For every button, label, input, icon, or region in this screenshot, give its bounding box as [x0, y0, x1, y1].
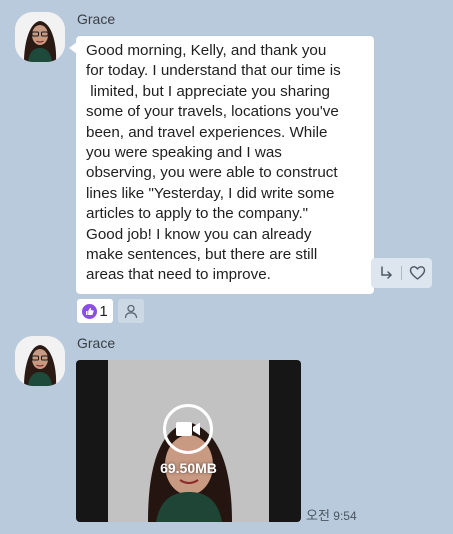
person-icon [124, 304, 138, 319]
file-size: 69.50MB [160, 460, 217, 476]
message-bubble[interactable]: Good morning, Kelly, and thank you for t… [69, 36, 374, 294]
time-ampm: 오전 [306, 508, 330, 523]
message-line: limited, but I appreciate you sharing [86, 82, 330, 100]
message-actions [371, 258, 432, 288]
message-line: observing, you were able to construct [86, 164, 338, 182]
message-line: articles to apply to the company." [86, 205, 309, 223]
profile-photo [15, 12, 65, 62]
reply-arrow-icon [381, 266, 392, 279]
message-line: Good morning, Kelly, and thank you [86, 42, 327, 59]
message-line: been, and travel experiences. While [86, 123, 328, 141]
message-time: 오전 9:54 [306, 505, 357, 524]
message-line: lines like "Yesterday, I did write some [86, 184, 335, 202]
sender-avatar[interactable] [15, 12, 65, 62]
reply-button[interactable] [371, 258, 401, 288]
video-camera-icon [176, 422, 200, 436]
message-line: for today. I understand that our time is [86, 62, 341, 80]
message-line: Good job! I know you can already [86, 225, 312, 243]
message-line: some of your travels, locations you've [86, 103, 339, 121]
reaction-badge[interactable]: 1 [77, 299, 113, 323]
video-attachment[interactable]: 69.50MB [76, 360, 301, 522]
readers-button[interactable] [118, 299, 144, 323]
heart-outline-icon [409, 266, 425, 280]
reaction-count: 1 [99, 302, 108, 320]
time-clock: 9:54 [333, 509, 357, 523]
message-line: areas that need to improve. [86, 266, 271, 284]
profile-photo [15, 336, 65, 386]
play-button[interactable] [163, 404, 213, 454]
sender-avatar[interactable] [15, 336, 65, 386]
sender-name: Grace [77, 11, 116, 27]
message-line: make sentences, but there are still [86, 246, 318, 264]
sender-name: Grace [77, 335, 116, 351]
message-line: you were speaking and I was [86, 144, 282, 162]
thumbs-up-icon [82, 303, 98, 319]
like-button[interactable] [402, 258, 432, 288]
